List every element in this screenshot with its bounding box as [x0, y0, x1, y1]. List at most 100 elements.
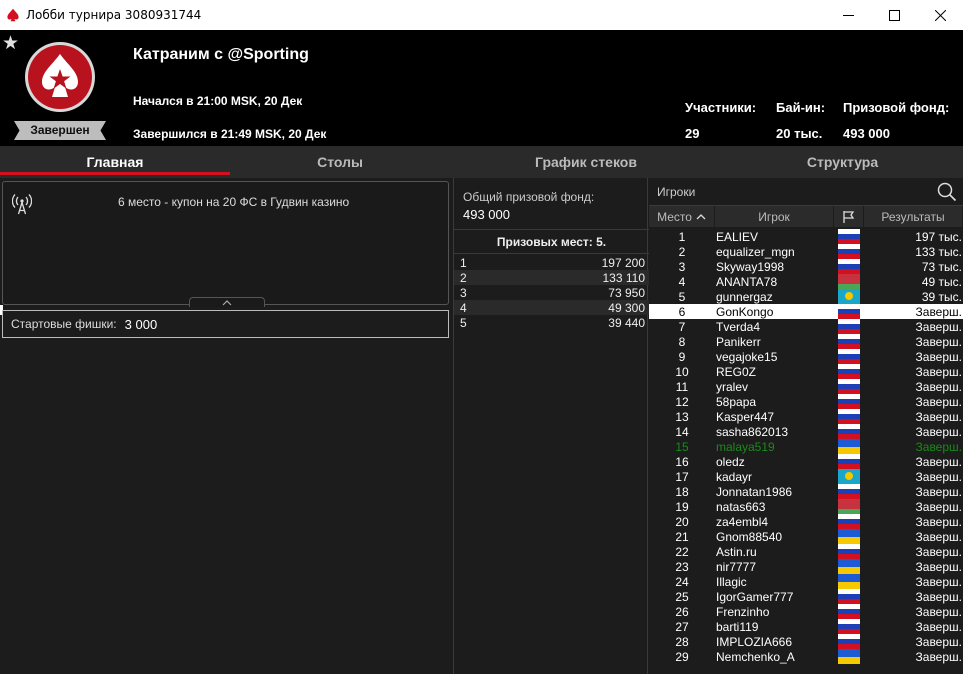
sort-asc-icon — [696, 214, 706, 220]
player-row[interactable]: 28 IMPLOZIA666 Заверш. — [649, 634, 963, 649]
player-place: 5 — [678, 289, 686, 304]
player-name: oledz — [716, 454, 745, 469]
player-country — [834, 229, 864, 244]
player-row[interactable]: 12 58papa Заверш. — [649, 394, 963, 409]
prize-place: 1 — [460, 255, 467, 270]
country-flag-icon — [838, 394, 860, 409]
country-flag-icon — [838, 529, 860, 544]
participants-value: 29 — [685, 126, 700, 141]
tab-structure[interactable]: Структура — [722, 146, 963, 178]
player-row[interactable]: 21 Gnom88540 Заверш. — [649, 529, 963, 544]
prize-pool-value: 493 000 — [843, 126, 890, 141]
player-row[interactable]: 7 Tverda4 Заверш. — [649, 319, 963, 334]
player-row[interactable]: 29 Nemchenko_A Заверш. — [649, 649, 963, 664]
player-country — [834, 619, 864, 634]
player-country — [834, 424, 864, 439]
player-row[interactable]: 25 IgorGamer777 Заверш. — [649, 589, 963, 604]
tab-bar: Главная Столы График стеков Структура — [0, 146, 963, 178]
prize-row: 5 39 440 — [454, 315, 649, 330]
minimize-button[interactable] — [825, 0, 871, 30]
player-country — [834, 259, 864, 274]
player-place: 27 — [675, 619, 689, 634]
player-row[interactable]: 1 EALIEV 197 тыс. — [649, 229, 963, 244]
player-row[interactable]: 17 kadayr Заверш. — [649, 469, 963, 484]
prize-table: 1 197 200 2 133 110 3 73 950 4 49 300 5 39 440 — [454, 255, 649, 330]
player-row[interactable]: 2 equalizer_mgn 133 тыс. — [649, 244, 963, 259]
player-country — [834, 439, 864, 454]
player-country — [834, 379, 864, 394]
players-table-header: Место Игрок Результаты — [649, 206, 963, 227]
player-row[interactable]: 24 Illagic Заверш. — [649, 574, 963, 589]
country-flag-icon — [838, 304, 860, 319]
player-result: Заверш. — [915, 304, 962, 319]
player-result: Заверш. — [915, 589, 962, 604]
player-row[interactable]: 23 nir7777 Заверш. — [649, 559, 963, 574]
player-place: 13 — [675, 409, 689, 424]
tab-tables[interactable]: Столы — [230, 146, 450, 178]
country-flag-icon — [838, 604, 860, 619]
tab-stack-chart[interactable]: График стеков — [450, 146, 722, 178]
country-flag-icon — [838, 424, 860, 439]
player-place: 14 — [675, 424, 689, 439]
player-row[interactable]: 26 Frenzinho Заверш. — [649, 604, 963, 619]
prize-place: 3 — [460, 285, 467, 300]
search-icon[interactable] — [937, 182, 957, 202]
player-place: 19 — [675, 499, 689, 514]
player-place: 20 — [675, 514, 689, 529]
player-name: equalizer_mgn — [716, 244, 795, 259]
player-name: kadayr — [716, 469, 753, 484]
country-flag-icon — [838, 349, 860, 364]
column-player[interactable]: Игрок — [715, 206, 834, 227]
player-row[interactable]: 6 GonKongo Заверш. — [649, 304, 963, 319]
column-country[interactable] — [834, 206, 864, 227]
player-row[interactable]: 5 gunnergaz 39 тыс. — [649, 289, 963, 304]
player-row[interactable]: 16 oledz Заверш. — [649, 454, 963, 469]
player-name: Tverda4 — [716, 319, 761, 334]
player-row[interactable]: 14 sasha862013 Заверш. — [649, 424, 963, 439]
player-row[interactable]: 27 barti119 Заверш. — [649, 619, 963, 634]
player-country — [834, 469, 864, 484]
country-flag-icon — [838, 409, 860, 424]
player-row[interactable]: 22 Astin.ru Заверш. — [649, 544, 963, 559]
column-place[interactable]: Место — [649, 206, 715, 227]
player-result: Заверш. — [915, 409, 962, 424]
player-row[interactable]: 3 Skyway1998 73 тыс. — [649, 259, 963, 274]
player-country — [834, 304, 864, 319]
player-result: Заверш. — [915, 514, 962, 529]
player-name: Skyway1998 — [716, 259, 785, 274]
player-row[interactable]: 10 REG0Z Заверш. — [649, 364, 963, 379]
player-row[interactable]: 18 Jonnatan1986 Заверш. — [649, 484, 963, 499]
player-row[interactable]: 13 Kasper447 Заверш. — [649, 409, 963, 424]
player-name: yralev — [716, 379, 749, 394]
player-place: 22 — [675, 544, 689, 559]
player-row[interactable]: 20 za4embl4 Заверш. — [649, 514, 963, 529]
flag-icon — [842, 210, 854, 223]
column-results[interactable]: Результаты — [864, 206, 963, 227]
maximize-button[interactable] — [871, 0, 917, 30]
player-row[interactable]: 8 Panikerr Заверш. — [649, 334, 963, 349]
close-button[interactable] — [917, 0, 963, 30]
player-row[interactable]: 19 natas663 Заверш. — [649, 499, 963, 514]
tab-main[interactable]: Главная — [0, 146, 230, 178]
player-search-bar[interactable]: Игроки — [649, 178, 963, 206]
starting-chips-box: Стартовые фишки: 3 000 — [2, 310, 449, 338]
collapse-toggle[interactable] — [189, 297, 265, 307]
player-place: 7 — [678, 319, 686, 334]
player-place: 28 — [675, 634, 689, 649]
player-row[interactable]: 11 yralev Заверш. — [649, 379, 963, 394]
player-name: GonKongo — [716, 304, 774, 319]
starting-chips-label: Стартовые фишки: — [11, 317, 117, 331]
player-result: Заверш. — [915, 349, 962, 364]
player-country — [834, 604, 864, 619]
player-name: nir7777 — [716, 559, 757, 574]
player-result: 133 тыс. — [915, 244, 962, 259]
player-row[interactable]: 4 ANANTA78 49 тыс. — [649, 274, 963, 289]
start-time: Начался в 21:00 MSK, 20 Дек — [133, 94, 303, 108]
favorite-star-icon[interactable]: ★ — [2, 34, 19, 53]
country-flag-icon — [838, 334, 860, 349]
player-row[interactable]: 15 malaya519 Заверш. — [649, 439, 963, 454]
player-row[interactable]: 9 vegajoke15 Заверш. — [649, 349, 963, 364]
player-result: 73 тыс. — [921, 259, 962, 274]
prize-amount: 197 200 — [601, 255, 645, 270]
player-name: barti119 — [716, 619, 759, 634]
